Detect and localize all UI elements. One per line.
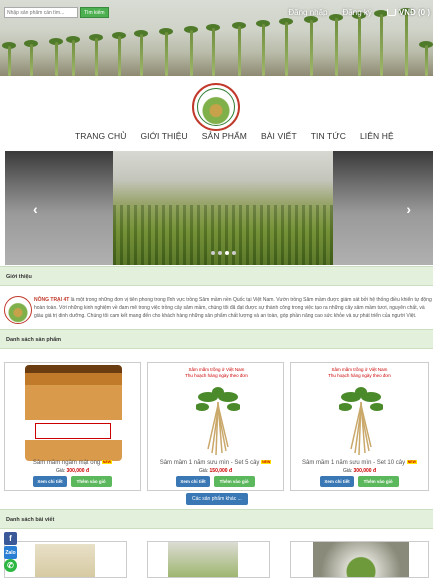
intro-body: là một trong những đơn vị tiên phong tro… [34, 297, 432, 319]
nav-about[interactable]: GIỚI THIỆU [140, 131, 187, 141]
add-to-cart-button[interactable]: Thêm vào giỏ [357, 476, 399, 487]
search-form: Tìm kiếm [4, 7, 109, 18]
sprout-stem [55, 42, 58, 76]
post-card[interactable] [290, 541, 429, 578]
sprout-stem [335, 18, 338, 76]
sprout-stem [165, 32, 168, 76]
facebook-icon[interactable]: f [4, 532, 17, 545]
slider-dot-active[interactable] [225, 251, 229, 255]
section-products-title: Danh sách sản phẩm [0, 329, 433, 349]
product-image-sprout[interactable]: Sâm mầm trồng ở Việt Nam Thu hoạch hàng … [168, 365, 265, 461]
cart-link[interactable]: VNĐ (0 ) [386, 8, 430, 17]
cart-total: VNĐ (0 ) [398, 8, 430, 17]
image-slider: ‹ › [5, 151, 433, 265]
add-to-cart-button[interactable]: Thêm vào giỏ [213, 476, 255, 487]
search-input[interactable] [4, 7, 78, 18]
slider-image [113, 151, 333, 265]
slider-next-arrow[interactable]: › [406, 201, 411, 217]
view-detail-button[interactable]: Xem chi tiết [176, 476, 210, 487]
product-image-sprout[interactable]: Sâm mầm trồng ở Việt Nam Thu hoạch hàng … [311, 365, 408, 461]
sprout-stem [358, 16, 361, 76]
nav-news[interactable]: TIN TỨC [311, 131, 346, 141]
section-intro-title: Giới thiệu [0, 266, 433, 286]
add-to-cart-button[interactable]: Thêm vào giỏ [70, 476, 112, 487]
product-price: Giá: 300,000 đ [55, 468, 90, 474]
sprout-stem [285, 22, 288, 76]
product-price: Giá: 300,000 đ [342, 468, 377, 474]
new-badge: NEW [406, 460, 417, 465]
top-links: Đăng nhập Đăng ký VNĐ (0 ) [288, 8, 433, 17]
post-card[interactable] [4, 541, 127, 578]
slider-dot[interactable] [232, 251, 236, 255]
phone-icon[interactable]: ✆ [4, 559, 17, 572]
sprout-stem [30, 44, 33, 76]
product-name[interactable]: Sâm mầm 1 năm sưu mìn - Set 10 cây NEW [291, 460, 428, 466]
sprout-stem [140, 34, 143, 76]
product-image-jar[interactable] [25, 365, 122, 461]
logo-emblem [197, 88, 235, 126]
view-detail-button[interactable]: Xem chi tiết [33, 476, 67, 487]
sprout-stem [380, 14, 383, 76]
image-caption: Thu hoạch hàng ngày theo đơn [328, 373, 391, 378]
product-card: Sâm mầm trồng ở Việt Nam Thu hoạch hàng … [290, 362, 429, 491]
sprout-stem [212, 28, 215, 76]
post-card[interactable] [147, 541, 270, 578]
main-nav: TRANG CHỦ GIỚI THIỆU SẢN PHẨM BÀI VIẾT T… [75, 131, 408, 141]
intro-brand: NÔNG TRẠI 4T [34, 297, 70, 303]
sprout-stem [118, 36, 121, 76]
view-detail-button[interactable]: Xem chi tiết [320, 476, 354, 487]
intro-text: NÔNG TRẠI 4T là một trong những đơn vị t… [34, 296, 433, 320]
header-banner: Tìm kiếm Đăng nhập Đăng ký VNĐ (0 ) [0, 0, 433, 76]
sprout-stem [72, 40, 75, 76]
product-name[interactable]: Sâm mầm 1 năm sưu mìn - Set 5 cây NEW [148, 460, 283, 466]
slider-dot[interactable] [218, 251, 222, 255]
slider-prev-arrow[interactable]: ‹ [33, 201, 38, 217]
sprout-stem [405, 12, 408, 76]
zalo-icon[interactable]: Zalo [4, 546, 17, 559]
new-badge: NEW [261, 460, 272, 465]
more-products-button[interactable]: Các sản phẩm khác ... [186, 493, 248, 505]
image-caption: Thu hoạch hàng ngày theo đơn [185, 373, 248, 378]
product-name[interactable]: Sâm mầm ngâm mật ong NEW [5, 460, 140, 466]
sprout-stem [238, 26, 241, 76]
site-logo[interactable] [192, 83, 240, 131]
cart-icon [386, 9, 396, 16]
slider-dots [211, 251, 236, 255]
sprout-stem [262, 24, 265, 76]
sprout-stem [190, 30, 193, 76]
search-button[interactable]: Tìm kiếm [80, 7, 109, 18]
section-posts-title: Danh sách bài viết [0, 509, 433, 529]
image-caption: Sâm mầm trồng ở Việt Nam [331, 367, 388, 372]
register-link[interactable]: Đăng ký [343, 8, 372, 17]
sprout-stem [95, 38, 98, 76]
nav-products[interactable]: SẢN PHẨM [202, 131, 247, 141]
product-card: Sâm mầm ngâm mật ong NEW Giá: 300,000 đ … [4, 362, 141, 491]
sprout-illustration [196, 387, 240, 456]
sprout-illustration [339, 387, 383, 456]
nav-posts[interactable]: BÀI VIẾT [261, 131, 297, 141]
slider-dot[interactable] [211, 251, 215, 255]
product-price: Giá: 150,000 đ [198, 468, 233, 474]
sprout-stem [310, 20, 313, 76]
product-card: Sâm mầm trồng ở Việt Nam Thu hoạch hàng … [147, 362, 284, 491]
intro-logo [4, 296, 32, 324]
sprout-stem [425, 45, 428, 76]
sprout-stem [8, 46, 11, 76]
image-caption: Sâm mầm trồng ở Việt Nam [188, 367, 245, 372]
nav-home[interactable]: TRANG CHỦ [75, 131, 126, 141]
login-link[interactable]: Đăng nhập [288, 8, 327, 17]
new-badge: NEW [101, 460, 113, 465]
nav-contact[interactable]: LIÊN HỆ [360, 131, 394, 141]
